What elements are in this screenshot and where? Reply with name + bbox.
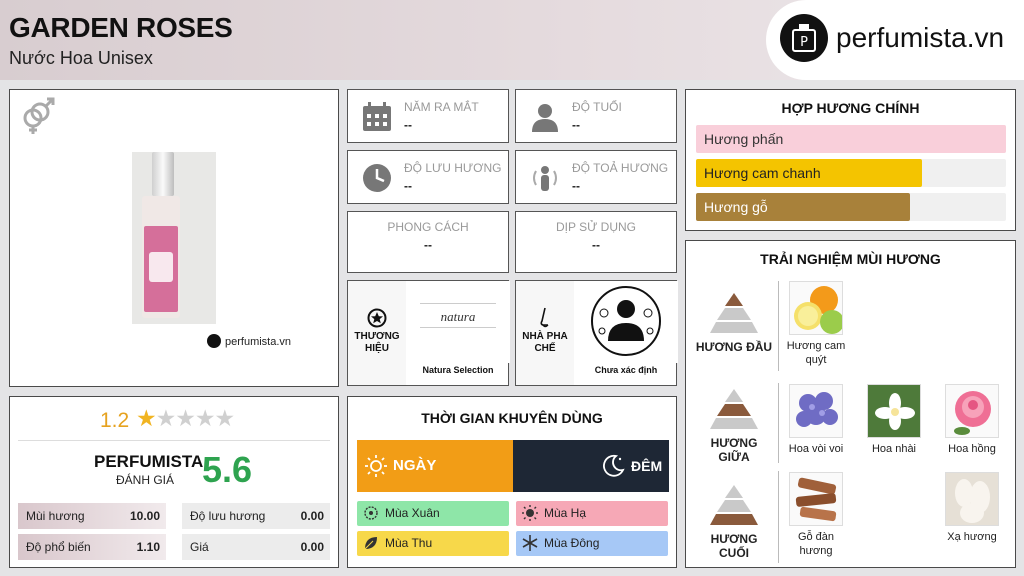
metric-price: Giá 0.00 bbox=[182, 534, 330, 560]
product-watermark: perfumista.vn bbox=[207, 334, 291, 348]
clock-icon bbox=[362, 163, 392, 198]
release-year-box: NĂM RA MẮT -- bbox=[347, 89, 509, 143]
top-notes-label: HƯƠNG ĐẦU bbox=[695, 340, 773, 354]
nose-icon bbox=[535, 307, 555, 334]
user-rating-score: 1.2 bbox=[100, 409, 130, 432]
star-icon[interactable]: ★ bbox=[195, 405, 216, 431]
perfume-bottle-logo-icon: P bbox=[780, 14, 828, 62]
leaf-icon bbox=[363, 535, 379, 560]
watermark-logo-icon bbox=[207, 334, 221, 348]
product-bottle-image bbox=[132, 152, 216, 324]
rating-panel: 1.2 ★★★★★ PERFUMISTA ĐÁNH GIÁ 5.6 Mùi hư… bbox=[9, 396, 339, 568]
metric-scent: Mùi hương 10.00 bbox=[18, 503, 166, 529]
star-icon[interactable]: ★ bbox=[215, 405, 236, 431]
longevity-box: ĐỘ LƯU HƯƠNG -- bbox=[347, 150, 509, 204]
sun-icon bbox=[365, 455, 387, 481]
note-musk[interactable]: Xạ hương bbox=[940, 472, 1004, 544]
night-label: ĐÊM bbox=[631, 458, 663, 474]
product-image-panel: perfumista.vn bbox=[9, 89, 339, 387]
main-accords-panel: HỢP HƯƠNG CHÍNH Hương phấn Hương cam cha… bbox=[685, 89, 1016, 231]
recommended-time-title: THỜI GIAN KHUYÊN DÙNG bbox=[421, 410, 603, 426]
style-box: PHONG CÁCH -- bbox=[347, 211, 509, 273]
season-spring: Mùa Xuân bbox=[357, 501, 509, 526]
age-box: ĐỘ TUỔI -- bbox=[515, 89, 677, 143]
moon-icon bbox=[601, 454, 625, 481]
perfumista-sub-label: ĐÁNH GIÁ bbox=[116, 473, 175, 487]
pyramid-middle-icon bbox=[710, 389, 758, 434]
note-citrus[interactable]: Hương cam quýt bbox=[784, 281, 848, 367]
perfumer-label: NHÀ PHA CHẾ bbox=[522, 331, 568, 354]
star-badge-icon bbox=[367, 308, 387, 333]
season-autumn: Mùa Thu bbox=[357, 531, 509, 556]
main-accords-title: HỢP HƯƠNG CHÍNH bbox=[781, 100, 920, 116]
sun-small-icon bbox=[522, 505, 538, 530]
scent-notes-panel: TRẢI NGHIỆM MÙI HƯƠNG HƯƠNG ĐẦU HƯƠNG GI… bbox=[685, 240, 1016, 568]
perfume-title: GARDEN ROSES bbox=[9, 12, 233, 43]
note-jasmine[interactable]: Hoa nhài bbox=[862, 384, 926, 456]
page-header: GARDEN ROSES Nước Hoa Unisex P perfumist… bbox=[0, 0, 1024, 80]
star-icon[interactable]: ★ bbox=[156, 405, 177, 431]
musk-image bbox=[945, 472, 999, 526]
perfumer-name: Chưa xác định bbox=[594, 365, 658, 375]
pyramid-top-icon bbox=[710, 293, 758, 338]
citrus-image bbox=[789, 281, 843, 335]
unisex-gender-icon bbox=[18, 96, 58, 141]
person-icon bbox=[530, 102, 560, 137]
site-logo-text: perfumista.vn bbox=[836, 22, 1005, 53]
star-rating: ★★★★★ bbox=[136, 405, 236, 432]
perfume-subtitle: Nước Hoa Unisex bbox=[9, 48, 153, 68]
season-summer: Mùa Hạ bbox=[516, 501, 668, 526]
rose-image bbox=[945, 384, 999, 438]
day-block: NGÀY bbox=[357, 440, 513, 492]
accord-bar: Hương phấn bbox=[696, 125, 1006, 153]
divider bbox=[18, 440, 330, 441]
brand-logo: natura bbox=[406, 281, 510, 363]
recommended-time-panel: THỜI GIAN KHUYÊN DÙNG NGÀY ĐÊM Mùa Xuân … bbox=[347, 396, 677, 568]
snowflake-icon bbox=[522, 535, 538, 560]
perfumista-score: 5.6 bbox=[202, 449, 253, 490]
sillage-person-icon bbox=[530, 163, 560, 198]
divider bbox=[778, 281, 779, 371]
perfumer-box[interactable]: NHÀ PHA CHẾ Chưa xác định bbox=[515, 280, 678, 386]
site-logo[interactable]: P perfumista.vn bbox=[766, 0, 1024, 80]
divider bbox=[778, 383, 779, 463]
metric-popularity: Độ phổ biến 1.10 bbox=[18, 534, 166, 560]
flower-icon bbox=[363, 505, 379, 530]
calendar-icon bbox=[362, 102, 392, 137]
note-rose[interactable]: Hoa hồng bbox=[940, 384, 1004, 456]
star-icon[interactable]: ★ bbox=[175, 405, 196, 431]
svg-text:P: P bbox=[800, 35, 808, 50]
middle-notes-label: HƯƠNG GIỮA bbox=[710, 436, 758, 464]
perfumista-label: PERFUMISTA bbox=[94, 452, 204, 471]
perfumer-avatar bbox=[574, 281, 678, 363]
brand-label: THƯƠNG HIỆU bbox=[354, 331, 400, 354]
metric-longevity: Độ lưu hương 0.00 bbox=[182, 503, 330, 529]
day-label: NGÀY bbox=[393, 457, 437, 474]
pyramid-base-icon bbox=[710, 485, 758, 530]
note-sandalwood[interactable]: Gỗ đàn hương bbox=[784, 472, 848, 558]
divider bbox=[778, 471, 779, 563]
note-hydrangea[interactable]: Hoa vòi voi bbox=[784, 384, 848, 456]
season-winter: Mùa Đông bbox=[516, 531, 668, 556]
sillage-box: ĐỘ TOẢ HƯƠNG -- bbox=[515, 150, 677, 204]
jasmine-image bbox=[867, 384, 921, 438]
star-icon[interactable]: ★ bbox=[136, 405, 157, 431]
hydrangea-image bbox=[789, 384, 843, 438]
brand-box[interactable]: THƯƠNG HIỆU natura Natura Selection bbox=[347, 280, 510, 386]
accord-bar: Hương gỗ bbox=[696, 193, 1006, 221]
night-block: ĐÊM bbox=[513, 440, 669, 492]
occasion-box: DỊP SỬ DỤNG -- bbox=[515, 211, 677, 273]
sandalwood-image bbox=[789, 472, 843, 526]
base-notes-label: HƯƠNG CUỐI bbox=[710, 532, 758, 560]
accord-bar: Hương cam chanh bbox=[696, 159, 1006, 187]
scent-notes-title: TRẢI NGHIỆM MÙI HƯƠNG bbox=[760, 251, 941, 267]
brand-name: Natura Selection bbox=[422, 365, 494, 375]
